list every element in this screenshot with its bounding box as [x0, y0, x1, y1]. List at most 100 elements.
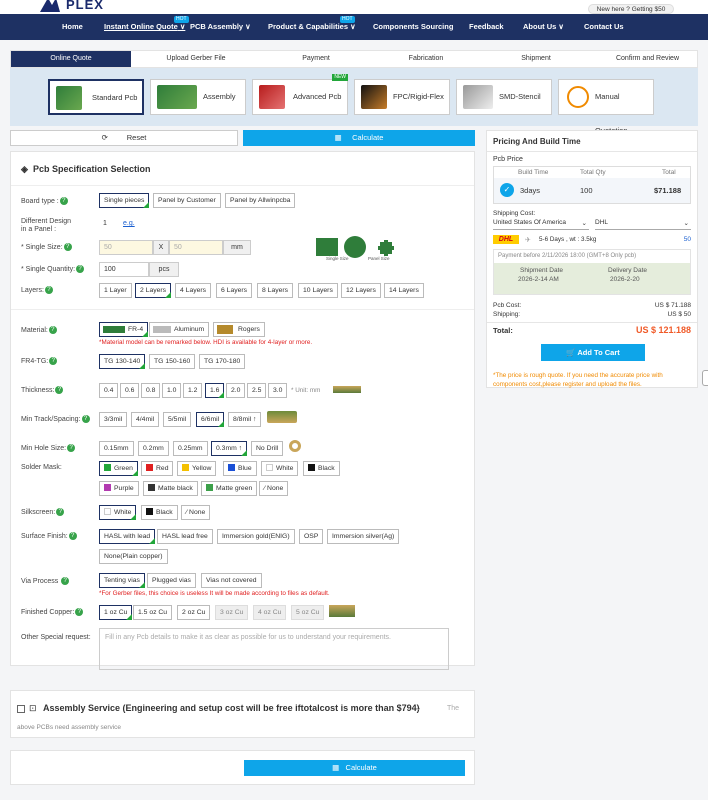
layer-4[interactable]: 4 Layers — [175, 283, 212, 298]
size-width-input[interactable]: 50 — [99, 240, 153, 255]
check-icon: ✓ — [500, 183, 514, 197]
finish-hasl-lead-free[interactable]: HASL lead free — [157, 529, 213, 544]
finish-hasl-lead[interactable]: HASL with lead — [99, 529, 156, 544]
nav-pcb-assembly[interactable]: PCB Assembly ∨ — [190, 14, 251, 40]
layer-12[interactable]: 12 Layers — [341, 283, 381, 298]
thickness-1-2[interactable]: 1.2 — [183, 383, 203, 398]
finish-osp[interactable]: OSP — [299, 529, 324, 544]
tg-170-180[interactable]: TG 170-180 — [199, 354, 246, 369]
thickness-0-4[interactable]: 0.4 — [99, 383, 119, 398]
eg-link[interactable]: e.g. — [123, 220, 135, 227]
calculate-button-bottom[interactable]: ▦ Calculate — [244, 760, 465, 776]
mask-green[interactable]: Green — [99, 461, 138, 476]
track-3-3[interactable]: 3/3mil — [99, 412, 128, 427]
reset-button[interactable]: ⟳ Reset — [10, 130, 238, 146]
material-fr4[interactable]: FR-4 — [99, 322, 149, 337]
hole-0-3[interactable]: 0.3mm ↑ — [211, 441, 248, 456]
track-4-4[interactable]: 4/4mil — [131, 412, 160, 427]
thickness-1-6[interactable]: 1.6 — [205, 383, 225, 398]
via-not-covered[interactable]: Vias not covered — [201, 573, 262, 588]
other-request-textarea[interactable]: Fill in any Pcb details to make it as cl… — [99, 628, 449, 670]
hole-0-25[interactable]: 0.25mm — [173, 441, 208, 456]
thickness-1-0[interactable]: 1.0 — [162, 383, 182, 398]
silk-none[interactable]: ⁄ None — [181, 505, 211, 520]
material-rogers[interactable]: Rogers — [213, 322, 265, 337]
type-manual-quotation[interactable]: Manual Quotation — [558, 79, 654, 135]
board-panel-customer[interactable]: Panel by Customer — [153, 193, 221, 208]
finish-enig[interactable]: Immersion gold(ENIG) — [217, 529, 295, 544]
shipping-label: Shipping: — [493, 311, 521, 318]
thickness-0-8[interactable]: 0.8 — [141, 383, 161, 398]
mask-none[interactable]: ⁄ None — [259, 481, 289, 496]
nav-about-us[interactable]: About Us ∨ — [523, 14, 564, 40]
silk-white[interactable]: White — [99, 505, 137, 520]
pcb-price-label: Pcb Price — [493, 156, 523, 163]
add-to-cart-button[interactable]: 🛒 Add To Cart — [541, 344, 645, 361]
type-fpc-rigid-flex[interactable]: FPC/Rigid-Flex — [354, 79, 450, 115]
copper-1oz[interactable]: 1 oz Cu — [99, 605, 133, 620]
mask-white[interactable]: White — [261, 461, 299, 476]
thickness-0-6[interactable]: 0.6 — [120, 383, 140, 398]
type-assembly[interactable]: Assembly — [150, 79, 246, 115]
mask-matte-black[interactable]: Matte black — [143, 481, 198, 496]
board-thickness-icon — [333, 386, 361, 393]
help-icon: ? — [81, 415, 90, 423]
thickness-2-0[interactable]: 2.0 — [226, 383, 246, 398]
mask-purple[interactable]: Purple — [99, 481, 139, 496]
copper-2oz[interactable]: 2 oz Cu — [177, 605, 211, 620]
hole-0-15[interactable]: 0.15mm — [99, 441, 134, 456]
layer-2[interactable]: 2 Layers — [135, 283, 172, 298]
board-single-pieces[interactable]: Single pieces — [99, 193, 150, 208]
layer-10[interactable]: 10 Layers — [298, 283, 338, 298]
nav-components-sourcing[interactable]: Components Sourcing — [373, 14, 453, 40]
size-height-input[interactable]: 50 — [169, 240, 223, 255]
type-standard-pcb[interactable]: Standard Pcb — [48, 79, 144, 115]
material-aluminum[interactable]: Aluminum — [149, 322, 210, 337]
brand-logo[interactable]: PLEX — [66, 0, 104, 12]
layer-14[interactable]: 14 Layers — [384, 283, 424, 298]
layer-8[interactable]: 8 Layers — [257, 283, 294, 298]
silk-black[interactable]: Black — [141, 505, 178, 520]
carrier-select[interactable]: DHL ⌄ — [595, 219, 691, 230]
finish-none[interactable]: None(Plain copper) — [99, 549, 168, 564]
via-tenting[interactable]: Tenting vias — [99, 573, 145, 588]
tg-150-160[interactable]: TG 150-160 — [149, 354, 196, 369]
chevron-down-icon[interactable]: ⌄ — [415, 703, 422, 712]
copper-4oz[interactable]: 4 oz Cu — [253, 605, 287, 620]
hole-no-drill[interactable]: No Drill — [251, 441, 284, 456]
track-6-6[interactable]: 6/6mil — [196, 412, 225, 427]
track-8-8[interactable]: 8/8mil ↑ — [228, 412, 262, 427]
mask-matte-green[interactable]: Matte green — [201, 481, 258, 496]
type-smd-stencil[interactable]: SMD-Stencil — [456, 79, 552, 115]
nav-feedback[interactable]: Feedback — [469, 14, 504, 40]
board-panel-allwinpcba[interactable]: Panel by Allwinpcba — [225, 193, 296, 208]
tg-130-140[interactable]: TG 130-140 — [99, 354, 146, 369]
nav-home[interactable]: Home — [62, 14, 83, 40]
copper-3oz[interactable]: 3 oz Cu — [215, 605, 249, 620]
hole-0-2[interactable]: 0.2mm — [138, 441, 169, 456]
track-5-5[interactable]: 5/5mil — [163, 412, 192, 427]
price-row[interactable]: ✓ 3days 100 $71.188 — [494, 178, 690, 203]
copper-1-5oz[interactable]: 1.5 oz Cu — [133, 605, 173, 620]
diff-design-input[interactable]: 1 — [99, 217, 121, 232]
nav-contact-us[interactable]: Contact Us — [584, 14, 624, 40]
mask-black[interactable]: Black — [303, 461, 340, 476]
via-plugged[interactable]: Plugged vias — [147, 573, 196, 588]
mask-blue[interactable]: Blue — [223, 461, 257, 476]
copper-5oz[interactable]: 5 oz Cu — [291, 605, 325, 620]
single-size-caption: Single Size — [326, 256, 349, 261]
mask-yellow[interactable]: Yellow — [177, 461, 217, 476]
type-advanced-pcb[interactable]: Advanced Pcb NEW — [252, 74, 348, 115]
layer-1[interactable]: 1 Layer — [99, 283, 132, 298]
country-select[interactable]: United States Of America ⌄ — [493, 219, 589, 230]
mask-red[interactable]: Red — [141, 461, 174, 476]
thickness-2-5[interactable]: 2.5 — [247, 383, 267, 398]
calculate-button-top[interactable]: ▦ Calculate — [243, 130, 475, 146]
quantity-input[interactable]: 100 — [99, 262, 149, 277]
finish-immersion-silver[interactable]: Immersion silver(Ag) — [327, 529, 400, 544]
side-float-tab[interactable] — [702, 370, 708, 386]
layer-6[interactable]: 6 Layers — [216, 283, 253, 298]
thickness-3-0[interactable]: 3.0 — [268, 383, 288, 398]
assembly-checkbox[interactable] — [17, 705, 25, 713]
coupon-link[interactable]: New here ? Getting $50 coupon — [588, 4, 674, 22]
